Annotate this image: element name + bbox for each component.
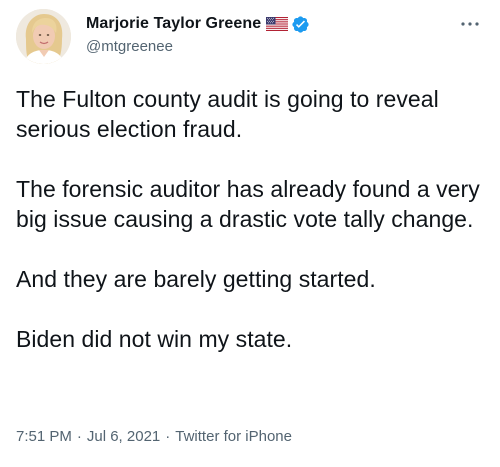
author-name-row: Marjorie Taylor Greene	[86, 13, 310, 35]
handle[interactable]: @mtgreenee	[86, 38, 310, 55]
profile-photo-icon	[16, 9, 71, 64]
verified-badge-icon	[291, 15, 310, 34]
tweet-date[interactable]: Jul 6, 2021	[87, 428, 160, 445]
meta-separator: ·	[76, 428, 82, 445]
tweet-paragraph: Biden did not win my state.	[16, 326, 293, 352]
tweet-paragraph: The Fulton county audit is going to reve…	[16, 86, 439, 142]
meta-separator: ·	[165, 428, 171, 445]
display-name[interactable]: Marjorie Taylor Greene	[86, 15, 261, 33]
author-block: Marjorie Taylor Greene @mtgreenee	[86, 13, 310, 55]
tweet-paragraph: The forensic auditor has already found a…	[16, 176, 480, 232]
more-horizontal-icon[interactable]	[458, 12, 482, 36]
us-flag-icon	[266, 17, 289, 31]
tweet-source[interactable]: Twitter for iPhone	[175, 428, 292, 445]
tweet-card: Marjorie Taylor Greene @mtgreenee The Fu…	[0, 0, 500, 467]
tweet-paragraph: And they are barely getting started.	[16, 266, 376, 292]
avatar[interactable]	[16, 9, 71, 64]
tweet-time[interactable]: 7:51 PM	[16, 428, 72, 445]
tweet-text: The Fulton county audit is going to reve…	[16, 84, 486, 354]
tweet-meta: 7:51 PM · Jul 6, 2021 · Twitter for iPho…	[16, 428, 292, 445]
